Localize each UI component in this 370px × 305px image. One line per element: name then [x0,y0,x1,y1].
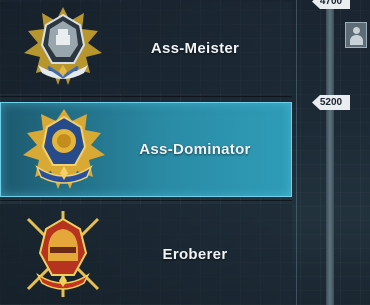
row-divider [0,200,292,201]
points-marker-mid: 5200 [312,95,350,110]
player-avatar-icon[interactable] [345,22,367,48]
tier-label: Ass-Meister [150,39,240,57]
ace-master-badge-icon [24,7,102,85]
row-divider [0,96,292,97]
tier-row-ace-dominator[interactable]: Ass-Dominator [0,102,292,197]
avatar-head [353,27,360,34]
tier-label: Eroberer [162,245,228,263]
avatar-body [350,35,363,45]
conqueror-badge-icon [26,211,100,297]
track-guide-line [296,0,297,305]
tier-label: Ass-Dominator [139,141,251,158]
tier-row-conqueror[interactable]: Eroberer [0,204,292,304]
tier-row-ace-master[interactable]: Ass-Meister [0,2,292,94]
progress-track [326,0,334,305]
ace-dominator-badge-icon [23,108,105,189]
